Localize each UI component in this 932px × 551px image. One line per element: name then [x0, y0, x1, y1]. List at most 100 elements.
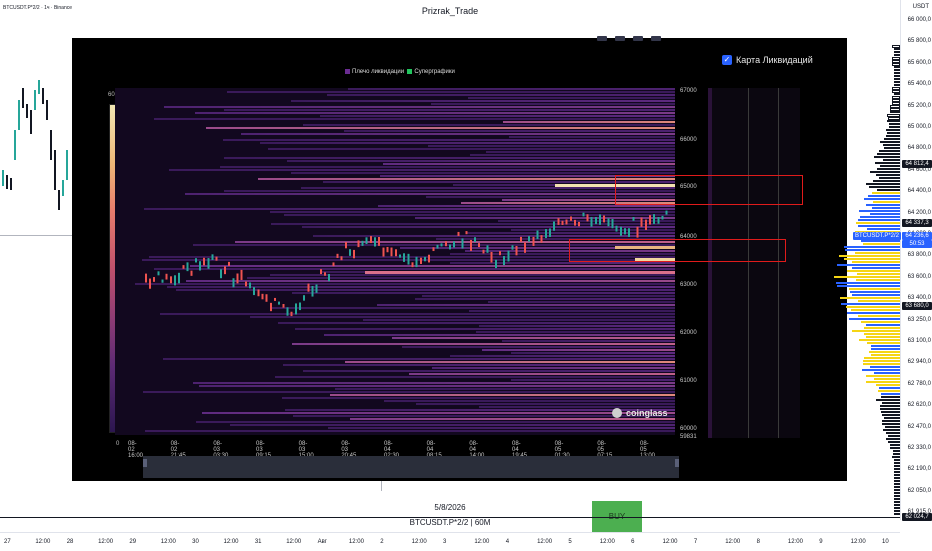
- price-candle: [557, 218, 560, 225]
- volume-profile-bar: [884, 147, 900, 149]
- price-candle: [495, 259, 497, 269]
- volume-profile-bar: [877, 168, 900, 170]
- volume-profile-bar: [871, 192, 900, 194]
- time-axis[interactable]: 27 12:00 28 12:00 29 12:00 30 12:00 31 12:00 Авг 12…: [0, 532, 900, 551]
- volume-profile-bar: [857, 273, 900, 275]
- price-candle: [615, 225, 618, 232]
- price-candle: [478, 243, 480, 248]
- volume-profile-bar: [852, 294, 900, 296]
- volume-profile-bar: [879, 408, 900, 410]
- price-candle: [324, 272, 326, 276]
- volume-profile-bar: [865, 381, 900, 383]
- volume-profile-bar: [887, 120, 900, 122]
- volume-profile-bar: [843, 246, 900, 248]
- volume-profile-bar: [880, 393, 900, 395]
- heatmap-scrollbar[interactable]: [143, 456, 679, 478]
- price-candle: [203, 257, 205, 266]
- time-tick-label: 12:00: [411, 539, 427, 545]
- volume-profile-bar: [846, 270, 900, 272]
- price-candle: [528, 236, 530, 242]
- time-tick-label: 31: [254, 539, 262, 545]
- time-tick-label: 12:00: [160, 539, 176, 545]
- time-tick-label: 12:00: [850, 539, 866, 545]
- price-candle: [274, 297, 276, 301]
- volume-profile-bar: [874, 156, 900, 158]
- price-candle: [390, 247, 393, 257]
- price-candle: [515, 245, 518, 256]
- price-candle: [611, 218, 614, 229]
- price-candle: [228, 261, 230, 267]
- volume-profile-bar: [886, 438, 900, 440]
- currency-label: USDT: [912, 4, 929, 10]
- price-candle: [349, 249, 351, 256]
- vertical-grid-line: [381, 481, 382, 491]
- price-candle: [490, 251, 493, 263]
- price-candle: [215, 256, 218, 261]
- price-candle: [190, 270, 193, 276]
- checkbox-icon[interactable]: ✓: [722, 55, 732, 65]
- price-candle: [499, 251, 501, 256]
- volume-profile-bar: [856, 279, 900, 281]
- time-tick-label: 3: [443, 539, 447, 545]
- liquidation-map-label[interactable]: Карта Ликвидаций: [736, 55, 813, 65]
- price-candle: [249, 282, 251, 289]
- price-candle: [524, 242, 526, 253]
- price-candle: [578, 221, 580, 227]
- price-candle: [265, 294, 268, 302]
- scrollbar-left-handle[interactable]: [143, 459, 147, 467]
- price-candle: [553, 221, 555, 231]
- volume-profile-bar: [834, 276, 900, 278]
- price-candle: [336, 253, 339, 258]
- price-axis[interactable]: USDT 66 000,0 65 800,0 65 600,0 65 400,0 65 …: [853, 0, 932, 521]
- price-candle: [411, 262, 414, 268]
- volume-profile-bar: [852, 261, 900, 263]
- price-candle: [282, 303, 285, 308]
- heatmap-y-tick: 59831: [680, 434, 697, 440]
- price-candle: [270, 302, 272, 312]
- price-candle: [399, 254, 401, 258]
- price-candle: [320, 269, 322, 275]
- volume-profile-bar: [882, 423, 900, 425]
- coinglass-logo-icon: [612, 408, 622, 418]
- price-candle: [549, 228, 551, 237]
- volume-profile-bar: [888, 441, 900, 443]
- price-candle: [649, 215, 651, 225]
- chart-title: Prizrak_Trade: [421, 6, 479, 16]
- volume-profile-bar: [889, 444, 900, 446]
- price-tick-label: 62 330,0: [907, 445, 931, 451]
- volume-profile-bar: [851, 309, 900, 311]
- price-candle: [632, 217, 635, 221]
- volume-profile-bar: [877, 153, 900, 155]
- price-candle: [624, 228, 626, 235]
- price-badge: 64 337,3: [902, 219, 932, 227]
- volume-profile-bar: [867, 228, 900, 230]
- price-candle: [332, 262, 335, 267]
- price-candle: [153, 277, 155, 282]
- price-candle: [628, 228, 630, 237]
- volume-profile-bar: [858, 339, 900, 341]
- heatmap-y-tick: 67000: [680, 88, 697, 94]
- volume-profile-bar: [837, 264, 900, 266]
- time-tick-label: 5: [568, 539, 572, 545]
- volume-profile-bar: [889, 123, 900, 125]
- volume-profile-bar: [859, 216, 900, 218]
- volume-profile-bar: [883, 138, 900, 140]
- time-tick-label: 7: [693, 539, 698, 545]
- horizontal-price-line: [0, 235, 72, 236]
- price-candle: [420, 257, 422, 264]
- volume-profile-bar: [879, 141, 900, 143]
- price-candle: [607, 218, 610, 227]
- price-candle: [303, 295, 305, 301]
- heatmap-y-tick: 62000: [680, 330, 697, 336]
- bottom-date: 5/8/2026: [434, 503, 466, 512]
- scrollbar-right-handle[interactable]: [675, 459, 679, 467]
- time-tick-label: 12:00: [787, 539, 803, 545]
- time-tick-label: 12:00: [474, 539, 490, 545]
- volume-profile-bar: [870, 366, 900, 368]
- volume-profile-bar: [863, 198, 900, 200]
- volume-profile-bar: [837, 285, 900, 287]
- volume-profile-bar: [863, 327, 900, 329]
- volume-profile-bar: [863, 243, 900, 245]
- time-tick-label: 12:00: [35, 539, 51, 545]
- volume-profile-bar: [885, 426, 900, 428]
